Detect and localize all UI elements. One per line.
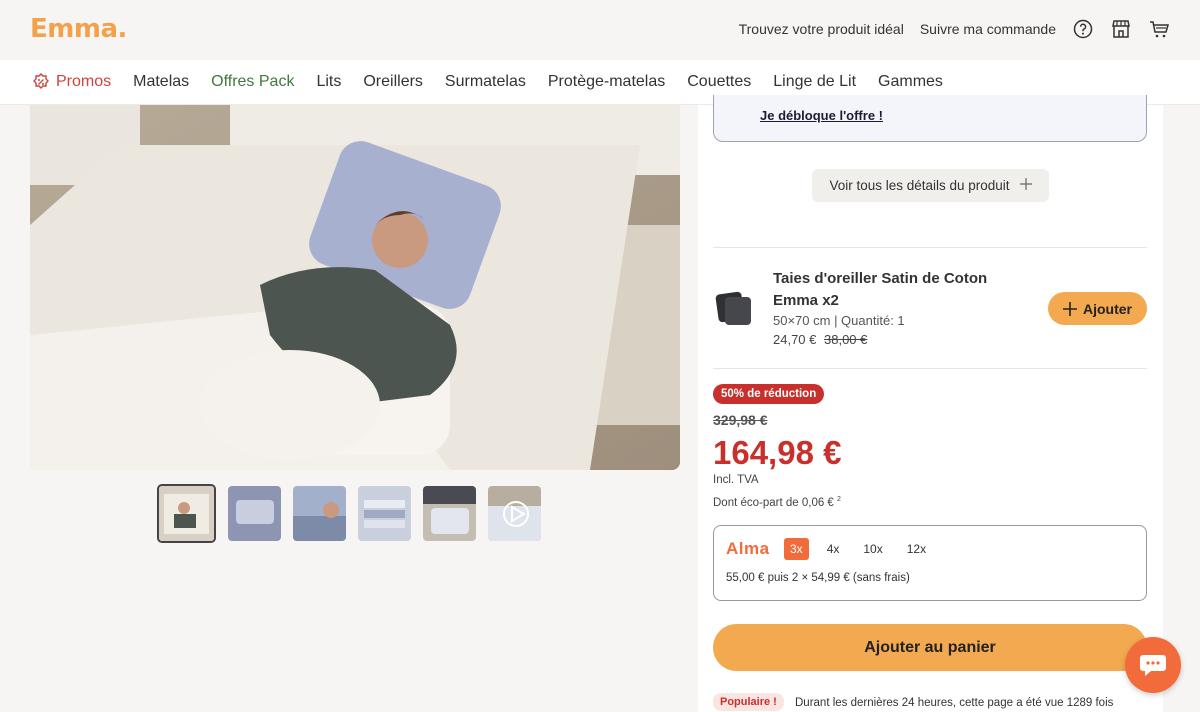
nav-item-protege-matelas[interactable]: Protège-matelas — [548, 73, 665, 91]
upsell-title[interactable]: Taies d'oreiller Satin de Coton Emma x2 — [773, 268, 1013, 312]
upsell-current-price: 24,70 € — [773, 332, 817, 347]
top-header: Emma. Trouvez votre produit idéal Suivre… — [0, 0, 1200, 60]
alma-option-12x[interactable]: 12x — [901, 538, 932, 560]
header-links: Trouvez votre produit idéal Suivre ma co… — [739, 18, 1170, 40]
logo-dot: . — [117, 14, 128, 44]
promo-badge-icon — [33, 73, 49, 89]
nav-item-gammes[interactable]: Gammes — [878, 73, 943, 91]
alma-logo: Alma — [726, 539, 770, 558]
unlock-offer-link[interactable]: Je débloque l'offre ! — [760, 108, 883, 123]
store-icon[interactable] — [1110, 18, 1132, 40]
thumbnail-5[interactable] — [423, 486, 476, 541]
alma-installment-options: 3x 4x 10x 12x — [784, 538, 932, 560]
chat-button[interactable] — [1125, 637, 1181, 693]
current-price: 164,98 € — [713, 434, 842, 471]
add-upsell-button[interactable]: Ajouter — [1048, 292, 1147, 325]
chat-icon — [1140, 655, 1166, 676]
divider — [713, 247, 1147, 248]
nav-item-offres-pack[interactable]: Offres Pack — [211, 73, 294, 91]
nav-item-oreillers[interactable]: Oreillers — [363, 73, 423, 91]
add-to-cart-button[interactable]: Ajouter au panier — [713, 624, 1147, 671]
track-order-link[interactable]: Suivre ma commande — [920, 21, 1056, 37]
tax-note: Incl. TVA — [713, 474, 759, 486]
nav-item-lits[interactable]: Lits — [316, 73, 341, 91]
alma-payment-box: Alma 3x 4x 10x 12x 55,00 € puis 2 × 54,9… — [713, 525, 1147, 601]
nav-item-linge-de-lit[interactable]: Linge de Lit — [773, 73, 856, 91]
nav-label-promos: Promos — [56, 73, 112, 90]
offer-box: Je débloque l'offre ! — [713, 95, 1147, 142]
alma-option-4x[interactable]: 4x — [821, 538, 846, 560]
upsell-old-price: 38,00 € — [824, 332, 868, 347]
plus-icon — [1019, 178, 1032, 193]
eco-note: Dont éco-part de 0,06 € 2 — [713, 496, 841, 509]
popularity-text: Durant les dernières 24 heures, cette pa… — [795, 697, 1114, 709]
cart-icon[interactable] — [1148, 18, 1170, 40]
discount-badge: 50% de réduction — [713, 384, 825, 404]
eco-note-text: Dont éco-part de 0,06 € — [713, 496, 834, 509]
help-icon[interactable] — [1072, 18, 1094, 40]
product-details-button[interactable]: Voir tous les détails du produit — [812, 169, 1049, 202]
thumbnail-4[interactable] — [358, 486, 411, 541]
thumbnail-3[interactable] — [293, 486, 346, 541]
alma-option-3x[interactable]: 3x — [784, 538, 809, 560]
thumbnail-2[interactable] — [228, 486, 281, 541]
divider — [713, 368, 1147, 369]
alma-option-10x[interactable]: 10x — [857, 538, 888, 560]
upsell-meta: 50×70 cm | Quantité: 1 — [773, 313, 905, 328]
pillowcase-image — [713, 287, 755, 329]
plus-icon — [1063, 301, 1077, 316]
nav-item-matelas[interactable]: Matelas — [133, 73, 189, 91]
nav-item-couettes[interactable]: Couettes — [687, 73, 751, 91]
alma-schedule-text: 55,00 € puis 2 × 54,99 € (sans frais) — [726, 572, 910, 584]
original-price: 329,98 € — [713, 412, 768, 428]
thumbnail-video[interactable] — [488, 486, 541, 541]
popular-badge: Populaire ! — [713, 693, 784, 711]
product-hero-image[interactable] — [30, 105, 680, 470]
thumbnail-1[interactable] — [157, 484, 216, 543]
product-panel: Je débloque l'offre ! Voir tous les déta… — [698, 95, 1163, 712]
find-product-link[interactable]: Trouvez votre produit idéal — [739, 21, 904, 37]
details-button-label: Voir tous les détails du produit — [829, 178, 1010, 193]
eco-footnote: 2 — [837, 496, 841, 503]
logo-text: Emma — [30, 14, 118, 44]
nav-item-promos[interactable]: Promos — [32, 73, 111, 91]
emma-logo[interactable]: Emma. — [30, 14, 127, 44]
nav-item-surmatelas[interactable]: Surmatelas — [445, 73, 526, 91]
add-label: Ajouter — [1083, 300, 1132, 317]
upsell-price: 24,70 € 38,00 € — [773, 332, 867, 347]
gallery-thumbnails — [157, 484, 541, 543]
